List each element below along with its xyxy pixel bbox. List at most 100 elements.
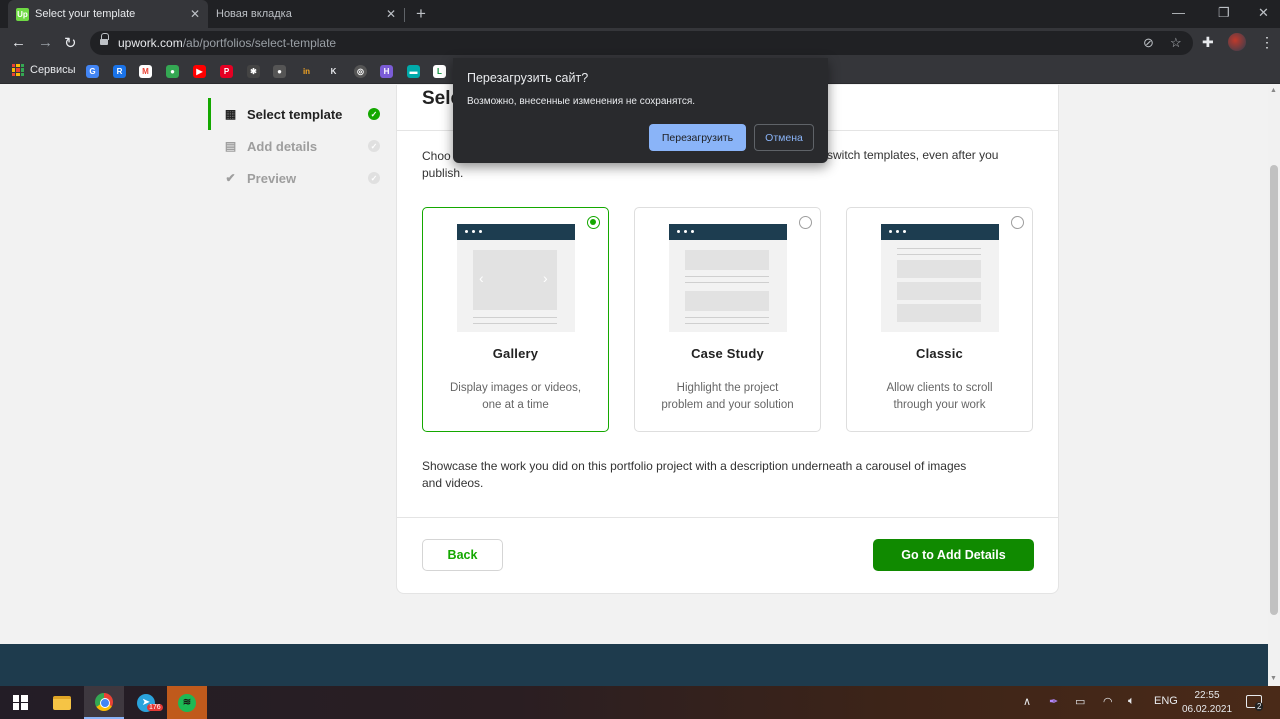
radio-classic[interactable]	[1011, 216, 1024, 229]
template-option-case-study[interactable]: Case Study Highlight the project problem…	[634, 207, 821, 432]
tab-new-tab[interactable]: Новая вкладка ✕	[208, 0, 404, 28]
close-window-icon[interactable]: ✕	[1258, 5, 1269, 21]
scroll-down-icon[interactable]: ▼	[1270, 675, 1277, 682]
selected-template-description: Showcase the work you did on this portfo…	[422, 459, 967, 490]
go-to-add-details-button[interactable]: Go to Add Details	[873, 539, 1034, 571]
tab-select-template[interactable]: Up Select your template ✕	[8, 0, 208, 28]
dialog-message: Возможно, внесенные изменения не сохраня…	[467, 96, 696, 107]
back-button[interactable]: Back	[422, 539, 503, 571]
taskbar-chrome[interactable]	[84, 686, 124, 719]
system-clock[interactable]: 22:55 06.02.2021	[1180, 689, 1234, 717]
browser-tab-bar: Up Select your template ✕ Новая вкладка …	[0, 0, 1280, 28]
close-tab-icon[interactable]: ✕	[386, 7, 396, 21]
page-viewport: ▦ Select template ✓ ▤ Add details ✓ ✔ Pr…	[0, 85, 1268, 686]
gmail-bookmark-icon[interactable]: M	[139, 65, 152, 78]
minimize-icon[interactable]: —	[1172, 5, 1185, 20]
step-label: Add details	[247, 138, 318, 154]
apps-grid-icon	[12, 64, 24, 76]
wifi-icon[interactable]: ◠	[1103, 695, 1113, 708]
check-circle-icon: ✓	[368, 172, 380, 184]
step-preview[interactable]: ✔ Preview ✓	[208, 162, 388, 194]
dialog-title: Перезагрузить сайт?	[467, 71, 589, 85]
template-name: Classic	[916, 346, 963, 361]
details-icon: ▤	[224, 139, 237, 153]
tab-title: Select your template	[35, 8, 136, 20]
template-icon: ▦	[224, 107, 237, 121]
notification-count: 2	[1255, 702, 1264, 711]
browser-toolbar: ← → ↻ upwork.com/ab/portfolios/select-te…	[0, 28, 1280, 58]
taskbar-spotify[interactable]: ≋	[167, 686, 207, 719]
bookmark-icon[interactable]: ◎	[354, 65, 367, 78]
divider	[397, 517, 1058, 518]
template-name: Case Study	[691, 346, 764, 361]
radio-case-study[interactable]	[799, 216, 812, 229]
bookmark-icon[interactable]: ●	[273, 65, 286, 78]
profile-avatar[interactable]	[1228, 33, 1246, 51]
bookmark-icon[interactable]: in	[300, 65, 313, 78]
bookmark-icon[interactable]: R	[113, 65, 126, 78]
close-tab-icon[interactable]: ✕	[190, 7, 200, 21]
chevron-left-icon: ‹	[479, 270, 484, 286]
restore-icon[interactable]: ❐	[1218, 5, 1230, 21]
classic-thumbnail	[881, 224, 999, 332]
upwork-favicon-icon: Up	[16, 7, 29, 21]
taskbar-telegram[interactable]: ➤ 176	[126, 686, 166, 719]
url-text: upwork.com/ab/portfolios/select-template	[118, 36, 337, 50]
radio-gallery[interactable]	[587, 216, 600, 229]
step-label: Select template	[247, 106, 343, 122]
feather-icon[interactable]: ✒	[1049, 695, 1058, 708]
template-description: Highlight the project problem and your s…	[661, 382, 794, 411]
page-scrollbar[interactable]: ▲ ▼	[1268, 85, 1280, 686]
youtube-bookmark-icon[interactable]: ▶	[193, 65, 206, 78]
new-tab-plus-icon[interactable]: +	[416, 4, 426, 24]
scroll-thumb[interactable]	[1270, 165, 1278, 615]
volume-icon[interactable]: 🔈︎	[1128, 695, 1135, 708]
windows-logo-icon	[12, 695, 28, 710]
spotify-icon: ≋	[178, 693, 196, 712]
back-arrow-icon[interactable]: ←	[11, 34, 26, 51]
reload-icon[interactable]: ↻	[64, 34, 77, 52]
template-description: Allow clients to scroll through your wor…	[886, 382, 993, 411]
checkmark-icon: ✔	[225, 171, 236, 185]
bookmark-icon[interactable]: K	[327, 65, 340, 78]
bookmark-icon[interactable]: ✱	[247, 65, 260, 78]
step-add-details[interactable]: ▤ Add details ✓	[208, 130, 388, 162]
cancel-button[interactable]: Отмена	[754, 124, 814, 151]
chrome-icon	[95, 692, 113, 711]
language-indicator[interactable]: ENG	[1154, 695, 1178, 707]
chevron-right-icon: ›	[543, 270, 548, 286]
tab-separator	[404, 8, 405, 22]
scroll-up-icon[interactable]: ▲	[1270, 87, 1277, 94]
bookmark-star-icon[interactable]: ☆	[1170, 35, 1182, 51]
gallery-thumbnail: ‹ ›	[457, 224, 575, 332]
page-footer	[0, 644, 1268, 686]
template-option-gallery[interactable]: ‹ › Gallery Display images or videos, on…	[422, 207, 609, 432]
step-label: Preview	[247, 170, 297, 186]
template-name: Gallery	[492, 346, 539, 361]
bookmark-apps[interactable]: Сервисы	[12, 64, 76, 76]
reload-button[interactable]: Перезагрузить	[649, 124, 746, 151]
reload-site-dialog: Перезагрузить сайт? Возможно, внесенные …	[453, 58, 828, 163]
tab-title: Новая вкладка	[216, 8, 292, 20]
address-bar[interactable]: upwork.com/ab/portfolios/select-template…	[90, 31, 1193, 55]
template-option-classic[interactable]: Classic Allow clients to scroll through …	[846, 207, 1033, 432]
google-translate-bookmark-icon[interactable]: G	[86, 65, 99, 78]
bookmark-icon[interactable]: H	[380, 65, 393, 78]
check-circle-icon: ✓	[368, 140, 380, 152]
bookmark-icon[interactable]: ▬	[407, 65, 420, 78]
battery-icon[interactable]: ▭	[1075, 695, 1085, 708]
bookmark-icon[interactable]: L	[433, 65, 446, 78]
pinterest-bookmark-icon[interactable]: P	[220, 65, 233, 78]
tray-chevron-up-icon[interactable]: ∧	[1023, 695, 1031, 708]
forward-arrow-icon[interactable]: →	[38, 34, 53, 51]
step-select-template[interactable]: ▦ Select template ✓	[208, 98, 388, 130]
taskbar-file-explorer[interactable]	[42, 686, 82, 719]
menu-dots-icon[interactable]: ⋮	[1260, 34, 1274, 51]
start-button[interactable]	[0, 686, 40, 719]
bookmark-icon[interactable]: ●	[166, 65, 179, 78]
template-description: Display images or videos, one at a time	[449, 382, 582, 411]
extensions-puzzle-icon[interactable]: ✚	[1202, 34, 1214, 51]
check-circle-icon: ✓	[368, 108, 380, 120]
eye-off-icon[interactable]: ⊘	[1143, 35, 1154, 51]
bookmark-apps-label: Сервисы	[30, 64, 76, 76]
